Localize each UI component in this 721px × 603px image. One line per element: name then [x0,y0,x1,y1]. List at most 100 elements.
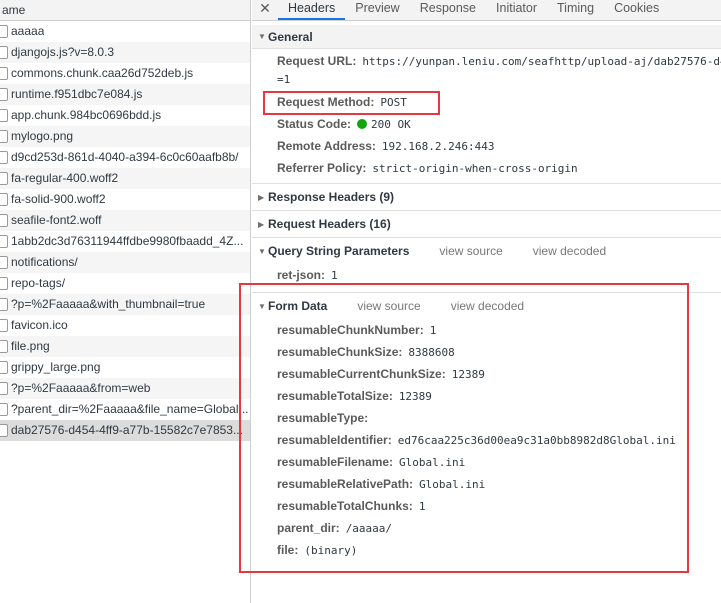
request-detail-panel: ✕ Headers Preview Response Initiator Tim… [252,0,721,603]
file-type-icon [0,298,8,311]
form-field-key: resumableType: [277,411,369,425]
request-row[interactable]: aaaaa [0,21,250,42]
request-row[interactable]: fa-solid-900.woff2 [0,189,250,210]
collapsed-triangle-icon: ▶ [258,219,265,229]
form-view-source-link[interactable]: view source [357,299,420,313]
tab-response[interactable]: Response [410,0,486,20]
form-field-key: resumableFilename: [277,455,394,469]
file-type-icon [0,46,8,59]
request-row[interactable]: commons.chunk.caa26d752deb.js [0,63,250,84]
query-param-value: 1 [331,268,338,282]
request-name: 1abb2dc3d76311944ffdbe9980fbaadd_4Z... [11,234,244,248]
file-type-icon [0,67,8,80]
form-field-row: resumableCurrentChunkSize: 12389 [252,363,721,385]
request-headers-section-header[interactable]: ▶ Request Headers (16) [252,211,721,237]
tab-initiator[interactable]: Initiator [486,0,547,20]
request-name: ?parent_dir=%2Faaaaa&file_name=Global... [11,402,249,416]
form-field-value: /aaaaa/ [345,521,393,535]
request-name: d9cd253d-861d-4040-a394-6c0c60aafb8b/ [11,150,239,164]
file-type-icon [0,361,8,374]
tab-headers[interactable]: Headers [278,0,346,20]
form-field-value: 12389 [398,389,432,403]
request-name: commons.chunk.caa26d752deb.js [11,66,194,80]
request-row[interactable]: ?p=%2Faaaaa&from=web [0,378,250,399]
request-name: seafile-font2.woff [11,213,102,227]
file-type-icon [0,403,8,416]
request-url-continuation: =1 [277,73,291,86]
request-row[interactable]: dab27576-d454-4ff9-a77b-15582c7e7853... [0,420,250,441]
query-params-title: Query String Parameters [268,244,410,258]
collapsed-triangle-icon: ▶ [258,192,265,202]
query-view-decoded-link[interactable]: view decoded [533,244,606,258]
remote-address-label: Remote Address: [277,139,376,153]
request-url-value: https://yunpan.leniu.com/seafhttp/upload… [362,54,721,68]
tab-preview[interactable]: Preview [345,0,409,20]
request-row[interactable]: repo-tags/ [0,273,250,294]
request-row[interactable]: d9cd253d-861d-4040-a394-6c0c60aafb8b/ [0,147,250,168]
request-name: notifications/ [11,255,78,269]
expanded-triangle-icon: ▼ [258,246,266,256]
form-field-key: resumableIdentifier: [277,433,392,447]
tab-timing[interactable]: Timing [547,0,604,20]
file-type-icon [0,340,8,353]
query-params-section-header[interactable]: ▼ Query String Parameters view source vi… [252,238,721,264]
form-field-row: resumableIdentifier: ed76caa225c36d00ea9c… [252,429,721,451]
file-type-icon [0,424,8,437]
general-title: General [268,29,313,44]
request-name: ?p=%2Faaaaa&with_thumbnail=true [11,297,206,311]
form-field-value: ed76caa225c36d00ea9c31a0bb8982d8Global.i… [397,433,676,447]
referrer-policy-value: strict-origin-when-cross-origin [372,161,578,175]
referrer-policy-row: Referrer Policy: strict-origin-when-cros… [252,157,721,179]
file-type-icon [0,25,8,38]
request-row[interactable]: ?parent_dir=%2Faaaaa&file_name=Global... [0,399,250,420]
form-field-key: resumableTotalChunks: [277,499,413,513]
request-row[interactable]: notifications/ [0,252,250,273]
response-headers-section-header[interactable]: ▶ Response Headers (9) [252,184,721,210]
file-type-icon [0,256,8,269]
form-field-key: resumableChunkNumber: [277,323,424,337]
tab-cookies[interactable]: Cookies [604,0,669,20]
referrer-policy-label: Referrer Policy: [277,161,367,175]
file-type-icon [0,88,8,101]
request-row[interactable]: app.chunk.984bc0696bdd.js [0,105,250,126]
close-icon[interactable]: ✕ [252,0,278,20]
request-row[interactable]: grippy_large.png [0,357,250,378]
remote-address-row: Remote Address: 192.168.2.246:443 [252,135,721,157]
request-method-label: Request Method: [277,95,375,109]
form-field-key: resumableCurrentChunkSize: [277,367,446,381]
form-view-decoded-link[interactable]: view decoded [451,299,524,313]
request-method-row: Request Method: POST [252,91,721,113]
form-field-row: resumableTotalChunks: 1 [252,495,721,517]
expanded-triangle-icon: ▼ [258,301,266,311]
request-row[interactable]: seafile-font2.woff [0,210,250,231]
form-field-row: resumableChunkSize: 8388608 [252,341,721,363]
name-column-header[interactable]: ame [0,0,250,21]
form-field-row: resumableChunkNumber: 1 [252,319,721,341]
file-type-icon [0,172,8,185]
general-section-header[interactable]: ▼ General [252,25,721,49]
request-row[interactable]: fa-regular-400.woff2 [0,168,250,189]
request-name: ?p=%2Faaaaa&from=web [11,381,151,395]
request-row[interactable]: ?p=%2Faaaaa&with_thumbnail=true [0,294,250,315]
request-row[interactable]: 1abb2dc3d76311944ffdbe9980fbaadd_4Z... [0,231,250,252]
status-code-label: Status Code: [277,117,352,131]
status-code-row: Status Code: 200 OK [252,113,721,135]
file-type-icon [0,214,8,227]
form-data-section-header[interactable]: ▼ Form Data view source view decoded [252,293,721,319]
file-type-icon [0,277,8,290]
remote-address-value: 192.168.2.246:443 [381,139,495,153]
form-field-key: file: [277,543,299,557]
query-param-key: ret-json: [277,268,325,282]
request-url-row: Request URL: https://yunpan.leniu.com/se… [252,51,721,71]
request-row[interactable]: djangojs.js?v=8.0.3 [0,42,250,63]
query-view-source-link[interactable]: view source [439,244,502,258]
form-field-row: resumableTotalSize: 12389 [252,385,721,407]
file-type-icon [0,382,8,395]
request-row[interactable]: favicon.ico [0,315,250,336]
request-row[interactable]: file.png [0,336,250,357]
request-method-value: POST [380,95,407,109]
request-name: repo-tags/ [11,276,66,290]
request-row[interactable]: runtime.f951dbc7e084.js [0,84,250,105]
request-row[interactable]: mylogo.png [0,126,250,147]
request-name: fa-regular-400.woff2 [11,171,119,185]
